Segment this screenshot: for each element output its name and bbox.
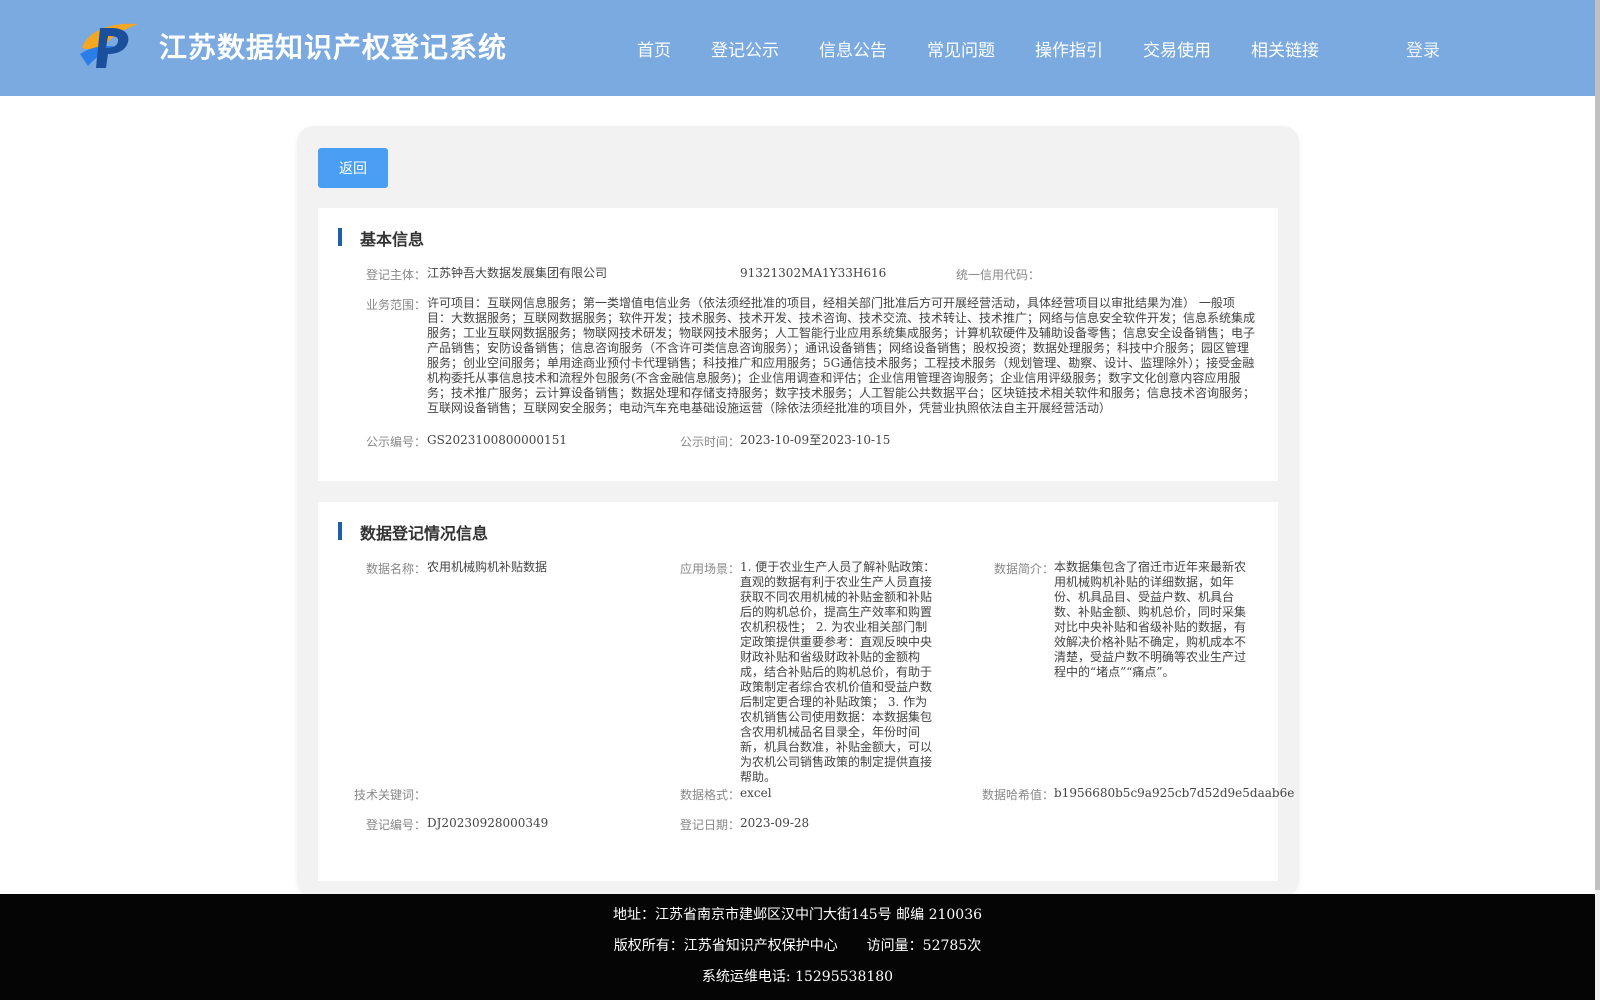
- footer-phone: 系统运维电话: 15295538180: [701, 969, 894, 985]
- scene-label: 应用场景：: [679, 562, 740, 576]
- intro-value: 本数据集包含了宿迁市近年来最新农用机械购机补贴的详细数据，如年份、机具品目、受益…: [1054, 560, 1247, 679]
- section-accent-bar: [338, 522, 342, 540]
- back-button[interactable]: 返回: [318, 148, 388, 188]
- hash-value: b1956680b5c9a925cb7d52d9e5daab6e: [1054, 786, 1295, 800]
- basic-info-title: 基本信息: [360, 230, 425, 249]
- site-title: 江苏数据知识产权登记系统: [159, 31, 508, 64]
- footer-copyright: 版权所有：江苏省知识产权保护中心: [613, 938, 838, 954]
- data-info-card: 数据登记情况信息 数据名称： 农用机械购机补贴数据 应用场景： 1. 便于农业生…: [318, 502, 1294, 881]
- data-name-label: 数据名称：: [365, 562, 426, 576]
- data-name-value: 农用机械购机补贴数据: [427, 560, 548, 574]
- footer-visits-value: 52785次: [922, 938, 982, 954]
- registration-number-label: 登记编号：: [365, 818, 426, 832]
- publicity-number-value: GS2023100800000151: [427, 433, 567, 447]
- nav-guide[interactable]: 操作指引: [1035, 36, 1103, 61]
- site-logo-icon[interactable]: [78, 18, 142, 72]
- publicity-time-value: 2023-10-09至2023-10-15: [740, 433, 891, 447]
- top-header: 江苏数据知识产权登记系统 首页 登记公示 信息公告 常见问题 操作指引 交易使用…: [0, 0, 1595, 96]
- nav-links[interactable]: 相关链接: [1251, 36, 1319, 61]
- registration-number-value: DJ20230928000349: [427, 816, 549, 830]
- format-label: 数据格式：: [679, 788, 740, 802]
- format-value: excel: [740, 786, 772, 800]
- credit-code-value: 91321302MA1Y33H616: [740, 266, 887, 280]
- subject-value: 江苏钟吾大数据发展集团有限公司: [427, 266, 608, 280]
- registration-date-value: 2023-09-28: [740, 816, 810, 830]
- nav-home[interactable]: 首页: [637, 36, 671, 61]
- footer-copyright-row: 版权所有：江苏省知识产权保护中心 访问量：52785次: [0, 935, 1595, 955]
- keywords-label: 技术关键词：: [353, 788, 426, 802]
- nav-trading[interactable]: 交易使用: [1143, 36, 1211, 61]
- page-footer: 地址：江苏省南京市建邺区汉中门大街145号 邮编 210036 版权所有：江苏省…: [0, 894, 1595, 1000]
- section-accent-bar: [338, 228, 342, 246]
- publicity-time-label: 公示时间：: [679, 435, 740, 449]
- nav-announcements[interactable]: 信息公告: [819, 36, 887, 61]
- data-info-title: 数据登记情况信息: [360, 524, 489, 543]
- nav-registration-publicity[interactable]: 登记公示: [711, 36, 779, 61]
- footer-visits-label: 访问量：: [866, 938, 923, 954]
- scene-value: 1. 便于农业生产人员了解补贴政策：直观的数据有利于农业生产人员直接获取不同农用…: [740, 560, 936, 784]
- login-link[interactable]: 登录: [1406, 36, 1440, 61]
- publicity-number-label: 公示编号：: [365, 435, 426, 449]
- basic-info-card: 基本信息 登记主体： 江苏钟吾大数据发展集团有限公司 统一信用代码： 91321…: [318, 208, 1278, 481]
- scrollbar-thumb[interactable]: [1595, 0, 1600, 890]
- nav-faq[interactable]: 常见问题: [927, 36, 995, 61]
- scope-value: 许可项目：互联网信息服务；第一类增值电信业务（依法须经批准的项目，经相关部门批准…: [427, 296, 1256, 415]
- footer-address: 地址：江苏省南京市建邺区汉中门大街145号 邮编 210036: [612, 907, 983, 923]
- registration-date-label: 登记日期：: [679, 818, 740, 832]
- hash-label: 数据哈希值：: [981, 788, 1054, 802]
- scope-label: 业务范围：: [365, 298, 426, 312]
- subject-label: 登记主体：: [365, 268, 426, 282]
- intro-label: 数据简介：: [993, 562, 1054, 576]
